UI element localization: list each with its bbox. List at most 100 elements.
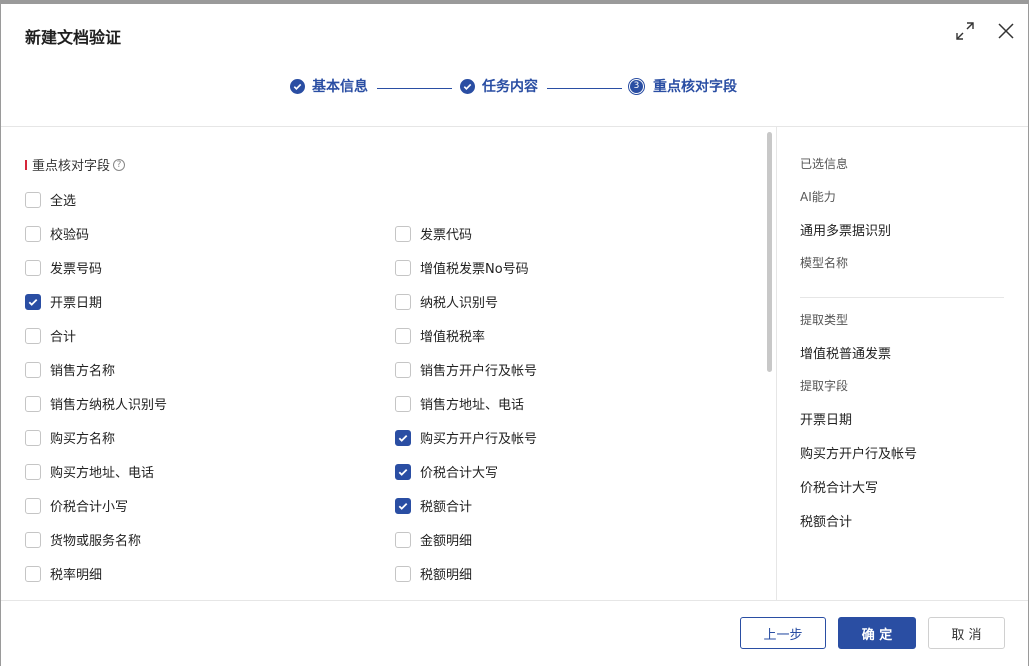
field-label: 增值税税率 [420,330,486,345]
checkbox-unchecked[interactable] [25,191,41,208]
field-checkbox-row[interactable]: 纳税人识别号 [395,292,498,311]
checkbox-unchecked[interactable] [25,327,41,344]
field-checkbox-row[interactable]: 增值税税率 [395,326,485,345]
checkbox-unchecked[interactable] [25,361,41,378]
previous-step-button[interactable]: 上一步 [740,617,826,649]
field-checkbox-row[interactable]: 销售方地址、电话 [395,394,524,413]
field-label: 校验码 [50,228,90,243]
field-checkbox-row[interactable]: 金额明细 [395,530,472,549]
extract-field-item: 税额合计 [800,515,853,530]
checkbox-unchecked[interactable] [395,293,411,310]
close-icon[interactable] [995,20,1017,42]
field-label: 销售方地址、电话 [420,398,525,413]
step-label: 基本信息 [312,79,368,95]
step-task-content: 任务内容 [460,76,538,96]
checkbox-unchecked[interactable] [395,395,411,412]
checkbox-unchecked[interactable] [25,463,41,480]
field-label: 合计 [50,330,77,345]
checkbox-unchecked[interactable] [25,259,41,276]
checkbox-unchecked[interactable] [25,531,41,548]
field-label: 价税合计大写 [420,466,499,481]
extract-type-label: 提取类型 [800,313,849,327]
step-connector [547,88,622,89]
field-checkbox-row[interactable]: 价税合计大写 [395,462,498,481]
checkbox-unchecked[interactable] [25,225,41,242]
expand-icon[interactable] [954,20,976,42]
checkbox-unchecked[interactable] [395,565,411,582]
field-checkbox-row[interactable]: 合计 [25,326,76,345]
check-circle-icon [460,78,475,94]
checkbox-unchecked[interactable] [25,565,41,582]
checkbox-unchecked[interactable] [395,327,411,344]
extract-fields-label: 提取字段 [800,379,849,393]
question-icon[interactable]: ? [113,158,126,171]
checkbox-unchecked[interactable] [395,531,411,548]
field-label: 购买方名称 [50,432,116,447]
field-checkbox-row[interactable]: 购买方地址、电话 [25,462,154,481]
checkbox-checked[interactable] [395,463,411,480]
extract-field-item: 购买方开户行及帐号 [800,447,918,462]
step-label: 任务内容 [482,79,538,95]
step-label: 重点核对字段 [653,79,737,95]
checkbox-unchecked[interactable] [25,497,41,514]
step-progress: 基本信息 任务内容 3 重点核对字段 [1,74,1028,98]
confirm-button[interactable]: 确 定 [838,617,916,649]
selected-info-panel: 已选信息 AI能力 通用多票据识别 模型名称 提取类型 增值税普通发票 提取字段… [777,127,1028,600]
ai-capability-value: 通用多票据识别 [800,224,892,239]
vertical-scrollbar[interactable] [767,132,772,372]
checkbox-checked[interactable] [395,497,411,514]
cancel-button[interactable]: 取 消 [928,617,1005,649]
footer-divider [1,600,1028,601]
field-label: 开票日期 [50,296,103,311]
summary-divider [800,297,1004,298]
field-label: 销售方名称 [50,364,116,379]
field-checkbox-row[interactable]: 货物或服务名称 [25,530,141,549]
field-label: 税额合计 [420,500,473,515]
checkbox-checked[interactable] [395,429,411,446]
field-checkbox-row[interactable]: 增值税发票No号码 [395,258,529,277]
field-checkbox-row[interactable]: 税额明细 [395,564,472,583]
field-label: 增值税发票No号码 [420,262,529,277]
field-label: 价税合计小写 [50,500,129,515]
extract-type-value: 增值税普通发票 [800,347,892,362]
field-checkbox-row[interactable]: 购买方开户行及帐号 [395,428,537,447]
step-key-fields: 3 重点核对字段 [628,76,737,96]
step-basic-info: 基本信息 [290,76,368,96]
dialog-title: 新建文档验证 [25,28,122,47]
field-label: 全选 [50,194,77,209]
field-checkbox-row[interactable]: 销售方纳税人识别号 [25,394,167,413]
field-checkbox-row[interactable]: 销售方开户行及帐号 [395,360,537,379]
field-checkbox-row[interactable]: 开票日期 [25,292,102,311]
field-label: 购买方地址、电话 [50,466,155,481]
checkbox-unchecked[interactable] [395,361,411,378]
field-label: 销售方开户行及帐号 [420,364,538,379]
field-checkbox-row[interactable]: 税率明细 [25,564,102,583]
field-checkbox-row[interactable]: 价税合计小写 [25,496,128,515]
extract-field-item: 开票日期 [800,413,853,428]
field-checkbox-row[interactable]: 校验码 [25,224,89,243]
new-document-verification-dialog: 新建文档验证 基本信息 任务内容 3 重点核对字段 重点核对字段 ? 全选 校验… [1,4,1028,666]
field-label: 购买方开户行及帐号 [420,432,538,447]
field-label: 税率明细 [50,568,103,583]
checkbox-unchecked[interactable] [395,225,411,242]
checkbox-unchecked[interactable] [25,395,41,412]
field-checkbox-row[interactable]: 全选 [25,190,76,209]
field-label: 发票代码 [420,228,473,243]
field-label: 金额明细 [420,534,473,549]
field-checkbox-row[interactable]: 税额合计 [395,496,472,515]
step-number-icon: 3 [628,77,645,95]
checkbox-unchecked[interactable] [395,259,411,276]
field-checkbox-row[interactable]: 销售方名称 [25,360,115,379]
model-name-label: 模型名称 [800,256,849,270]
ai-capability-label: AI能力 [800,190,836,204]
accent-bar [25,159,27,170]
field-checkbox-row[interactable]: 发票代码 [395,224,472,243]
field-checkbox-row[interactable]: 购买方名称 [25,428,115,447]
field-label: 发票号码 [50,262,103,277]
field-label: 销售方纳税人识别号 [50,398,168,413]
selected-info-heading: 已选信息 [800,157,849,171]
field-checkbox-row[interactable]: 发票号码 [25,258,102,277]
step-connector [377,88,452,89]
checkbox-unchecked[interactable] [25,429,41,446]
checkbox-checked[interactable] [25,293,41,310]
